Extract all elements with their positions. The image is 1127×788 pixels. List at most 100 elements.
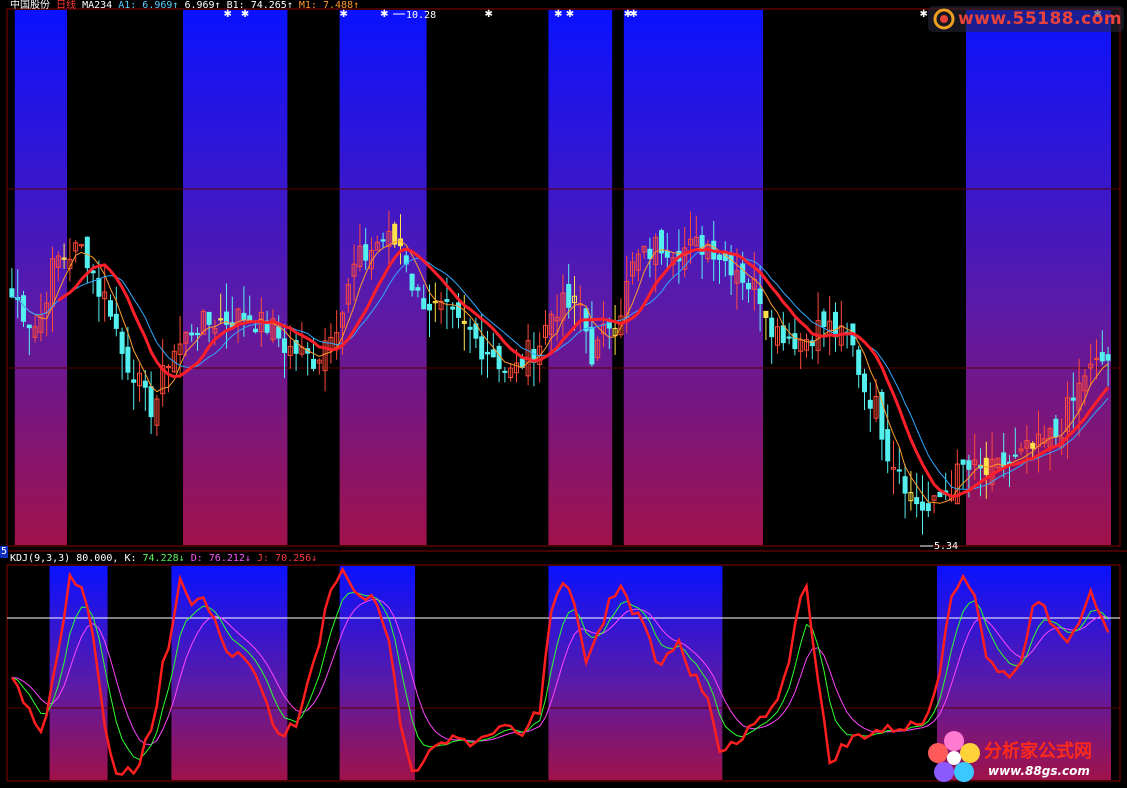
candle-body (856, 349, 862, 375)
j-label: J: (256, 553, 270, 564)
candle-body (218, 318, 224, 321)
candle-body (415, 287, 421, 291)
candle-body (206, 311, 212, 325)
a1-value: 6.969↑ (142, 0, 179, 11)
m1-value: 7.488↑ (322, 0, 360, 11)
candle-body (444, 299, 450, 302)
candle-body (1105, 354, 1111, 361)
d-label: D: (190, 553, 203, 564)
candle-body (792, 333, 798, 350)
candle-body (125, 346, 131, 373)
candle-body (195, 332, 200, 336)
candle-body (84, 236, 90, 269)
candle-body (479, 336, 485, 360)
candle-body (96, 277, 102, 297)
indicator-name: MA234 (82, 0, 113, 11)
candle-body (427, 303, 432, 311)
a1-value-2: 6.969↑ (184, 0, 221, 11)
candle-body (409, 273, 415, 291)
candle-body (467, 326, 473, 330)
signal-marker-8: ✱ (630, 9, 638, 20)
candle-body (450, 306, 456, 310)
watermark-bottom-url: www.88gs.com (988, 764, 1090, 778)
candle-body (885, 429, 891, 462)
low-price-label: 5.34 (934, 541, 958, 552)
candle-body (763, 310, 769, 319)
candle-body (253, 328, 258, 333)
candle-body (119, 331, 125, 354)
candle-body (148, 386, 154, 418)
flower-logo-icon (928, 731, 980, 782)
price-band-0 (14, 10, 68, 545)
b1-value: 74.265↑ (250, 0, 293, 11)
candle-body (1012, 454, 1018, 457)
candle-body (920, 501, 925, 511)
candle-body (867, 399, 873, 409)
candle-body (914, 497, 920, 505)
candle-body (113, 313, 119, 329)
j-value: 70.256↓ (275, 553, 318, 564)
candle-body (21, 295, 26, 322)
candle-body (9, 288, 15, 298)
candle-body (26, 324, 32, 329)
candle-body (61, 257, 67, 260)
candle-body (786, 336, 792, 339)
candle-body (282, 338, 287, 353)
price-band-3 (548, 10, 613, 545)
candle-body (421, 298, 427, 310)
candle-body (1070, 397, 1076, 401)
d-value: 76.212↓ (208, 553, 251, 564)
candle-body (276, 326, 282, 339)
candle-body (490, 349, 496, 358)
swirl-logo-icon (933, 8, 955, 30)
candle-body (769, 317, 775, 338)
a1-label: A1: (118, 0, 137, 11)
candle-body (1030, 442, 1036, 449)
candle-body (189, 332, 195, 336)
candle-body (566, 283, 572, 308)
candle-body (1053, 418, 1059, 438)
candle-body (131, 379, 137, 383)
candle-body (780, 325, 786, 344)
signal-marker-5: ✱ (554, 9, 562, 20)
signal-marker-6: ✱ (566, 9, 574, 20)
signal-marker-9: ✱ (920, 9, 928, 20)
price-band-1 (183, 10, 288, 545)
candle-body (485, 351, 490, 355)
signal-marker-3: ✱ (380, 9, 388, 20)
candle-body (461, 320, 467, 324)
candle-body (363, 244, 369, 261)
candle-body (311, 358, 316, 369)
k-label: K: (124, 553, 137, 564)
candle-body (821, 311, 827, 328)
candle-body (960, 459, 966, 465)
stock-chart: ✱✱✱✱✱✱✱✱✱✱✱ 10.28 5.34 (0, 8, 1127, 782)
candle-body (380, 239, 386, 242)
candle-body (502, 370, 508, 373)
kdj-band-3 (548, 566, 723, 780)
stock-name: 中国股份 (10, 0, 50, 11)
m1-label: M1: (298, 0, 317, 11)
low-annotation: 5.34 (920, 541, 958, 552)
candle-body (740, 263, 746, 283)
high-price-label: 10.28 (406, 10, 436, 21)
candle-body (925, 503, 931, 511)
signal-marker-4: ✱ (485, 9, 493, 20)
price-header: 中国股份 日线 MA234 A1: 6.969↑ 6.969↑ B1: 74.2… (10, 0, 359, 12)
kdj-header: KDJ(9,3,3) 80.000, K: 74.228↓ D: 76.212↓… (10, 553, 317, 565)
candle-body (902, 476, 908, 494)
b1-label: B1: (226, 0, 245, 11)
period-label: 日线 (56, 0, 77, 11)
kdj-band-2 (339, 566, 415, 780)
candle-body (1099, 352, 1105, 362)
candle-body (241, 312, 247, 321)
candle-body (966, 460, 972, 470)
candle-body (937, 491, 943, 498)
candle-body (879, 391, 885, 440)
panel-index: 5 (0, 546, 9, 558)
candle-body (717, 254, 722, 261)
candle-body (142, 380, 148, 388)
watermark-bottom-name: 分析家公式网 (984, 741, 1092, 762)
kdj-name: KDJ(9,3,3) (10, 553, 71, 564)
candle-body (896, 469, 902, 472)
